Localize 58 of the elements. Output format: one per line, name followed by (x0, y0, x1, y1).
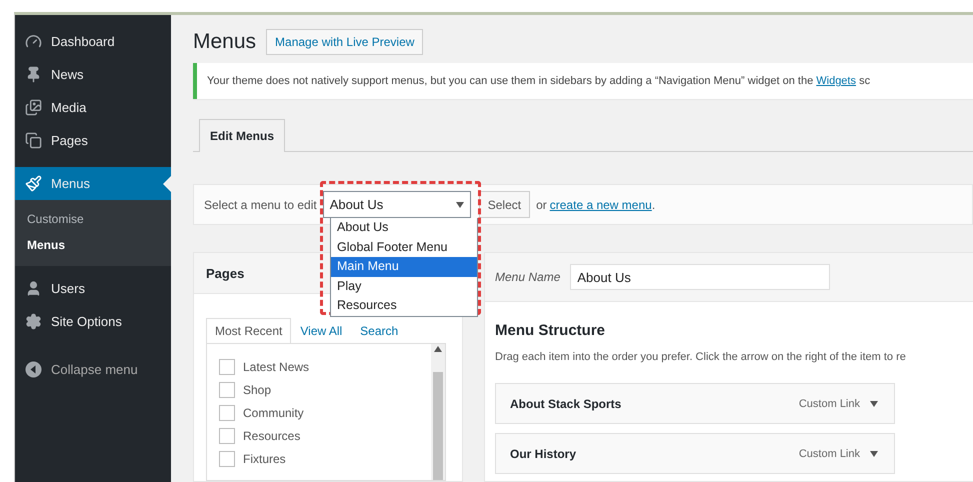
caret-icon (456, 202, 464, 208)
scrollbar[interactable] (431, 344, 445, 480)
sidebar-item[interactable]: Media (15, 91, 171, 124)
menu-item[interactable]: Our History Custom Link (495, 433, 895, 474)
sidebar-item[interactable]: Menus (15, 167, 171, 200)
sidebar-subitem[interactable]: Customise (15, 206, 171, 232)
user-icon (25, 280, 42, 297)
dropdown-option[interactable]: Play (331, 276, 477, 296)
section-title: Menu Structure (495, 322, 606, 339)
widgets-link[interactable]: Widgets (816, 75, 856, 87)
menu-item-title: Our History (510, 446, 578, 460)
sidebar-item[interactable]: Site Options (15, 305, 171, 338)
menu-name-label: Menu Name (495, 270, 560, 284)
select-label: Select a menu to edit (204, 198, 317, 212)
section-description: Drag each item into the order you prefer. Click the arrow on the right of the item to re (495, 351, 907, 363)
or-text: or (536, 198, 547, 212)
menu-name-field[interactable]: About Us (570, 264, 830, 290)
checkbox[interactable] (219, 359, 235, 375)
create-menu-link[interactable]: create a new menu (550, 198, 652, 212)
pushpin-icon (25, 66, 42, 83)
page-label: Latest News (243, 360, 310, 374)
notice-message: Your theme does not natively support menus, but you can use them in sidebars by adding a “Navigation Menu” widget on the Widgets sc (193, 63, 973, 99)
dropdown-option[interactable]: Main Menu (331, 257, 477, 276)
page-label: Fixtures (243, 452, 286, 466)
sidebar-item[interactable]: Users (15, 272, 171, 305)
menu-item[interactable]: About Stack Sports Custom Link (495, 383, 895, 424)
tab[interactable]: Edit Menus (199, 119, 286, 152)
menu-item-type: Custom Link (798, 448, 860, 460)
menu-dropdown[interactable]: About Us (322, 191, 471, 218)
sidebar-item[interactable]: Dashboard (15, 25, 171, 58)
collapse-menu-button[interactable]: Collapse menu (15, 354, 171, 384)
sidebar-item[interactable]: News (15, 58, 171, 91)
scroll-up-icon[interactable] (434, 346, 442, 352)
panel-tab[interactable]: Most Recent (206, 318, 292, 343)
caret-icon (870, 450, 878, 456)
sidebar-item[interactable]: Pages (15, 124, 171, 157)
pages-icon (25, 132, 42, 149)
paintbrush-icon (25, 175, 42, 192)
page-title: Menus (193, 30, 256, 54)
images-icon (25, 99, 42, 116)
sidebar-subitem[interactable]: Menus (15, 232, 171, 258)
live-preview-button[interactable]: Manage with Live Preview (266, 29, 424, 55)
settings-icon (25, 313, 42, 330)
page-label: Shop (243, 383, 272, 397)
caret-icon (870, 400, 878, 406)
period-text: . (652, 198, 656, 212)
menu-item-title: About Stack Sports (510, 396, 622, 410)
collapse-icon (25, 360, 42, 378)
checkbox[interactable] (219, 405, 235, 421)
checkbox[interactable] (219, 382, 235, 398)
page-label: Community (243, 406, 304, 420)
page-label: Resources (243, 429, 300, 443)
checkbox[interactable] (219, 451, 235, 467)
gauge-icon (25, 33, 42, 50)
select-button[interactable]: Select (478, 191, 530, 218)
menu-item-type: Custom Link (798, 398, 860, 410)
checkbox[interactable] (219, 428, 235, 444)
dropdown-value: About Us (330, 197, 384, 212)
